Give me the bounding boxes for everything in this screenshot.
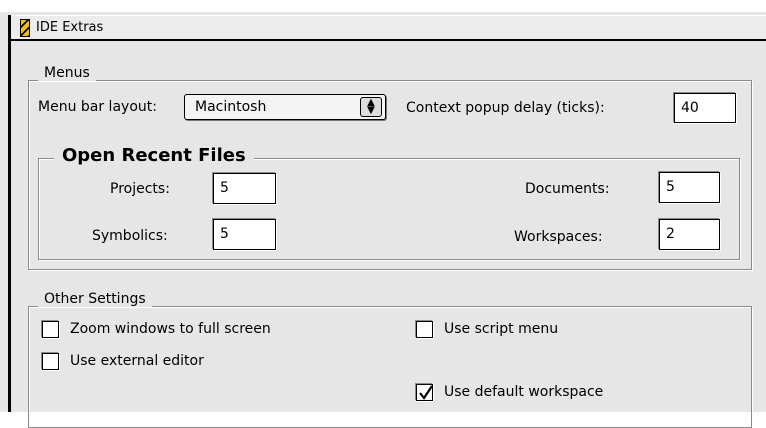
- script-menu-checkbox[interactable]: [416, 321, 433, 338]
- symbolics-label: Symbolics:: [92, 228, 168, 244]
- default-workspace-checkbox[interactable]: [416, 384, 433, 401]
- default-workspace-label[interactable]: Use default workspace: [444, 383, 603, 401]
- menus-group-label: Menus: [38, 65, 96, 81]
- context-popup-delay-label: Context popup delay (ticks):: [406, 100, 605, 116]
- external-editor-checkbox[interactable]: [42, 353, 59, 370]
- other-settings-group-label: Other Settings: [38, 291, 152, 307]
- app-icon: [20, 19, 30, 37]
- popup-arrows-icon: ▲ ▼: [360, 97, 382, 117]
- projects-field[interactable]: 5: [213, 173, 276, 204]
- title-bar[interactable]: IDE Extras: [8, 15, 766, 41]
- workspaces-field[interactable]: 2: [659, 219, 720, 250]
- top-strip: [0, 0, 766, 12]
- zoom-windows-checkbox[interactable]: [42, 321, 59, 338]
- documents-label: Documents:: [525, 181, 610, 197]
- open-recent-files-title: Open Recent Files: [54, 145, 254, 167]
- menu-bar-layout-popup[interactable]: Macintosh ▲ ▼: [184, 94, 386, 120]
- zoom-windows-label[interactable]: Zoom windows to full screen: [70, 320, 271, 338]
- script-menu-label[interactable]: Use script menu: [444, 320, 558, 338]
- menu-bar-layout-value: Macintosh: [195, 99, 267, 115]
- documents-field[interactable]: 5: [659, 172, 720, 203]
- symbolics-field[interactable]: 5: [213, 219, 276, 250]
- workspaces-label: Workspaces:: [514, 229, 603, 245]
- projects-label: Projects:: [110, 181, 170, 197]
- checkmark-icon: [419, 385, 433, 400]
- ide-extras-window: IDE Extras Menus Menu bar layout: Macint…: [0, 0, 766, 428]
- context-popup-delay-field[interactable]: 40: [674, 93, 736, 123]
- menu-bar-layout-label: Menu bar layout:: [38, 99, 157, 115]
- window-title: IDE Extras: [36, 20, 104, 35]
- external-editor-label[interactable]: Use external editor: [70, 352, 204, 370]
- window-left-edge: [8, 15, 11, 412]
